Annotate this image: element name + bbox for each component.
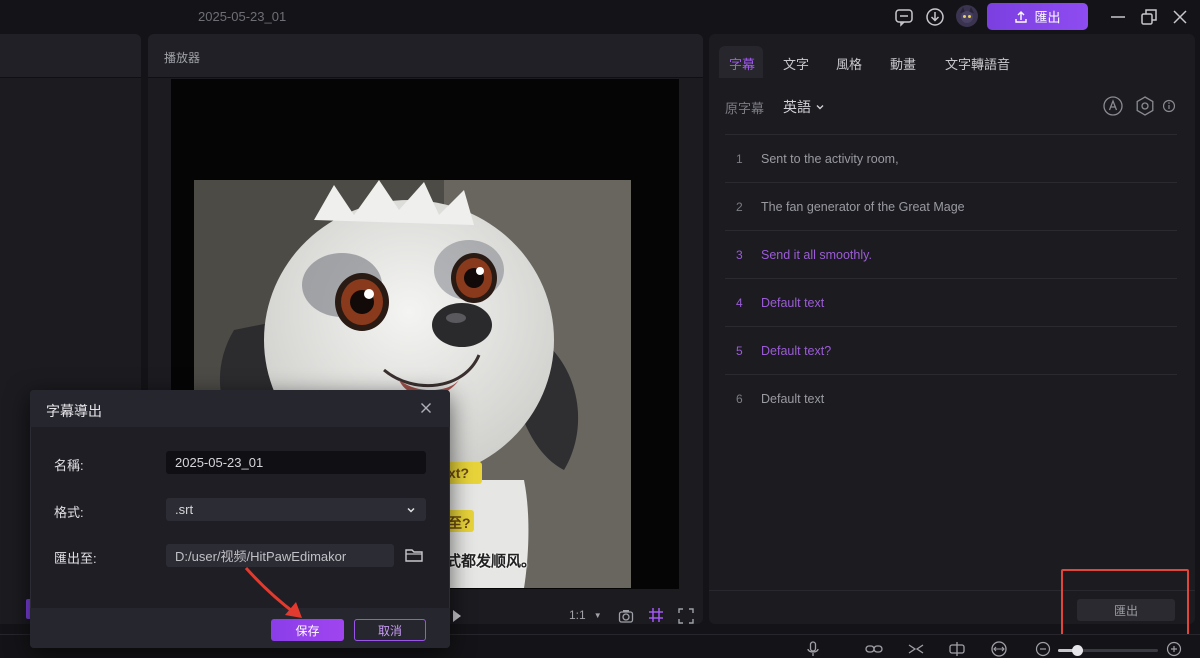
aspect-ratio-value: 1:1: [569, 608, 586, 622]
restore-icon[interactable]: [1139, 7, 1159, 27]
format-label: 格式:: [54, 505, 84, 520]
highlight-annotation: [1061, 569, 1189, 640]
document-title: 2025-05-23_01: [198, 9, 287, 24]
subtitle-text: Sent to the activity room,: [761, 152, 899, 166]
microphone-icon[interactable]: [804, 641, 822, 657]
subtitle-index: 2: [736, 200, 743, 214]
caption-fragment-1: xt?: [448, 465, 469, 481]
zoom-slider-handle[interactable]: [1072, 645, 1083, 656]
subtitle-index: 4: [736, 296, 743, 310]
language-value: 英語: [783, 99, 811, 115]
close-window-icon[interactable]: [1170, 7, 1190, 27]
zoom-out-icon[interactable]: [1034, 641, 1052, 657]
name-label: 名稱:: [54, 458, 84, 473]
subtitle-text: Send it all smoothly.: [761, 248, 872, 262]
feedback-icon[interactable]: [893, 6, 915, 28]
export-to-label: 匯出至:: [54, 551, 97, 566]
format-value: .srt: [175, 502, 194, 517]
caption-fragment-2: 至?: [448, 515, 471, 531]
aspect-ratio-select[interactable]: 1:1 ▼: [569, 608, 602, 622]
tab-text[interactable]: 文字: [783, 54, 809, 73]
chevron-down-icon: [406, 505, 416, 515]
info-icon[interactable]: [1163, 95, 1175, 117]
subtitle-index: 1: [736, 152, 743, 166]
upload-icon: [1014, 10, 1028, 24]
close-icon[interactable]: [418, 400, 434, 416]
subtitle-row[interactable]: 3 Send it all smoothly.: [725, 230, 1177, 278]
zoom-in-icon[interactable]: [1165, 641, 1183, 657]
snapshot-icon[interactable]: [618, 608, 634, 624]
trim-icon[interactable]: [948, 641, 966, 657]
subtitle-row[interactable]: 2 The fan generator of the Great Mage: [725, 182, 1177, 230]
chevron-down-icon: [815, 102, 825, 112]
minimize-icon[interactable]: [1108, 7, 1128, 27]
subtitle-index: 3: [736, 248, 743, 262]
subtitle-text: Default text: [761, 296, 825, 310]
source-subtitle-label: 原字幕: [725, 101, 765, 116]
cancel-button[interactable]: 取消: [354, 619, 426, 641]
folder-icon[interactable]: [404, 546, 424, 564]
zoom-slider[interactable]: [1058, 645, 1158, 656]
name-input[interactable]: 2025-05-23_01: [166, 451, 426, 474]
subtitle-row[interactable]: 1 Sent to the activity room,: [725, 134, 1177, 182]
subtitle-index: 6: [736, 392, 743, 406]
subtitle-row[interactable]: 5 Default text?: [725, 326, 1177, 374]
caption-fragment-3: 式都发顺风。: [446, 553, 537, 570]
export-button-label: 匯出: [1034, 10, 1061, 25]
settings-icon[interactable]: [1134, 95, 1156, 117]
chevron-down-icon: ▼: [593, 610, 602, 620]
player-header: [148, 34, 703, 78]
subtitle-index: 5: [736, 344, 743, 358]
dialog-title: 字幕導出: [46, 403, 102, 419]
media-panel-header: [0, 34, 141, 78]
language-select[interactable]: 英語: [783, 97, 825, 117]
subtitle-text: Default text: [761, 392, 825, 406]
fullscreen-icon[interactable]: [678, 608, 694, 624]
player-title: 播放器: [164, 51, 201, 65]
tab-text-to-speech[interactable]: 文字轉語音: [945, 54, 1010, 73]
split-icon[interactable]: [907, 641, 925, 657]
fit-width-icon[interactable]: [990, 641, 1008, 657]
arrow-annotation: [238, 562, 308, 624]
subtitle-text: Default text?: [761, 344, 832, 358]
play-icon[interactable]: [452, 609, 462, 623]
download-icon[interactable]: [924, 6, 946, 28]
auto-translate-icon[interactable]: [1102, 95, 1124, 117]
subtitle-row[interactable]: 6 Default text: [725, 374, 1177, 422]
avatar[interactable]: [955, 4, 979, 28]
tab-subtitle[interactable]: 字幕: [729, 54, 755, 73]
link-icon[interactable]: [865, 641, 883, 657]
format-select[interactable]: .srt: [166, 498, 426, 521]
tab-animation[interactable]: 動畫: [890, 54, 916, 73]
export-button[interactable]: 匯出: [987, 3, 1088, 30]
subtitle-text: The fan generator of the Great Mage: [761, 200, 965, 214]
tab-style[interactable]: 風格: [836, 54, 862, 73]
grid-icon[interactable]: [648, 607, 664, 623]
subtitle-row[interactable]: 4 Default text: [725, 278, 1177, 326]
